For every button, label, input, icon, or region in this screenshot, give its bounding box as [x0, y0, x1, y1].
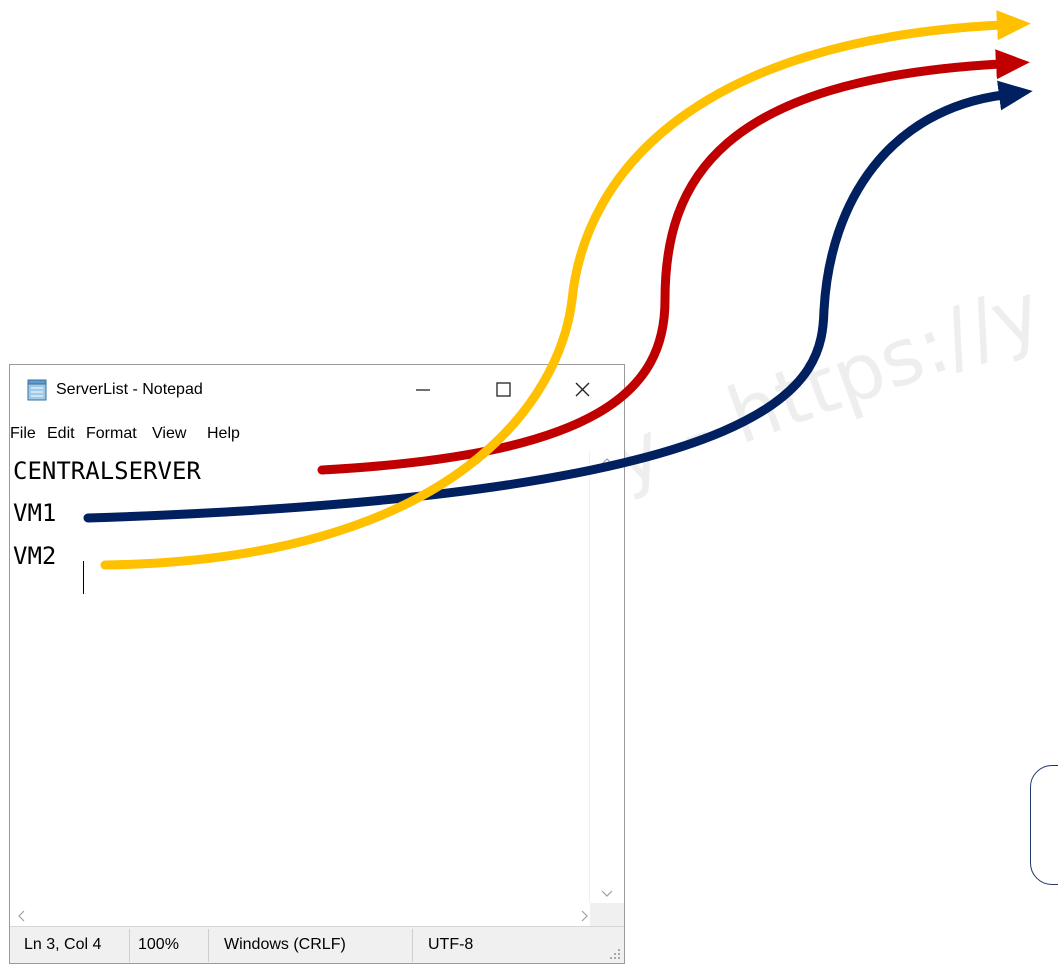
navy-arrow [83, 80, 1033, 523]
red-arrow [317, 49, 1030, 475]
arrows-overlay [83, 10, 1033, 570]
yellow-arrow [100, 10, 1031, 570]
